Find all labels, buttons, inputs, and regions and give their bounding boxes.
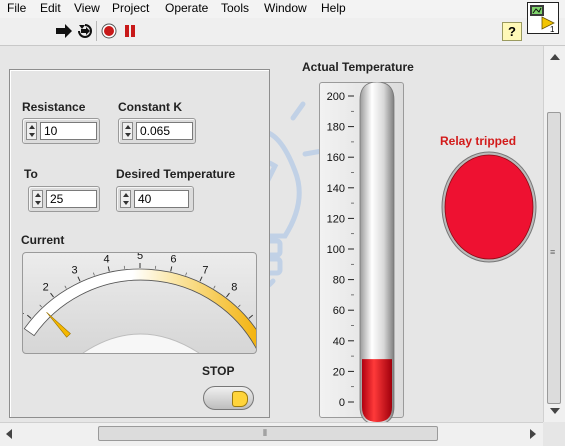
vertical-grip-icon: ≡ — [550, 247, 556, 257]
run-continuously-icon — [76, 23, 94, 39]
vi-terminal-label: 1 — [550, 25, 555, 33]
gauge-tick-label: 1 — [23, 305, 24, 317]
vertical-scrollbar[interactable]: ≡ — [543, 46, 565, 422]
current-gauge: 012345678910 — [0, 250, 284, 354]
gauge-major-tick — [248, 314, 254, 319]
constant-k-control: 0.065 — [118, 118, 196, 144]
vi-icon[interactable]: 1 — [527, 2, 559, 34]
desired-temperature-label: Desired Temperature — [116, 167, 236, 181]
scroll-down-arrow-icon[interactable] — [550, 408, 560, 414]
horizontal-grip-icon: ⦀ — [263, 428, 267, 438]
relay-led-indicator — [444, 154, 534, 260]
menu-window[interactable]: Window — [264, 1, 307, 15]
gauge-major-tick — [26, 314, 32, 319]
toolbar — [0, 18, 565, 46]
gauge-minor-tick — [93, 272, 95, 276]
gauge-tick-label: 8 — [231, 282, 237, 294]
gauge-tick-label: 2 — [43, 282, 49, 294]
actual-temperature-label: Actual Temperature — [302, 60, 414, 74]
gauge-needle — [46, 311, 71, 338]
current-gauge-dial: 012345678910 — [0, 250, 284, 354]
menu-help[interactable]: Help — [321, 1, 346, 15]
gauge-major-tick — [170, 266, 173, 272]
resistance-increment-stepper[interactable] — [26, 122, 37, 140]
front-panel: Resistance 10 Constant K 0.065 To 25 Des… — [0, 46, 543, 422]
resistance-label: Resistance — [22, 100, 86, 114]
abort-button[interactable] — [99, 22, 119, 40]
scroll-left-arrow-icon[interactable] — [6, 429, 12, 439]
gauge-tick-label: 3 — [72, 264, 78, 276]
abort-execution-icon — [100, 23, 118, 39]
thermometer-tick-label: 200 — [327, 91, 345, 103]
thermometer-tick-label: 60 — [333, 305, 345, 317]
gauge-major-tick — [50, 292, 54, 298]
gauge-tick-label: 7 — [202, 264, 208, 276]
run-arrow-icon — [55, 23, 73, 39]
scroll-up-arrow-icon[interactable] — [550, 54, 560, 60]
thermometer-tick-label: 80 — [333, 275, 345, 287]
menu-project[interactable]: Project — [112, 1, 149, 15]
gauge-tick-label: 4 — [103, 254, 109, 266]
constant-k-label: Constant K — [118, 100, 182, 114]
thermometer-tick-label: 40 — [333, 336, 345, 348]
constant-k-input[interactable]: 0.065 — [136, 122, 193, 140]
gauge-minor-tick — [237, 304, 241, 308]
thermometer-tick-label: 0 — [339, 397, 345, 409]
gauge-minor-tick — [64, 285, 67, 289]
horizontal-scrollbar-thumb[interactable]: ⦀ — [98, 426, 438, 441]
desired-temperature-input[interactable]: 40 — [134, 190, 189, 208]
thermometer-tick-label: 100 — [327, 244, 345, 256]
gauge-tick-label: 5 — [137, 253, 143, 262]
current-label: Current — [21, 233, 65, 247]
toolbar-separator — [96, 21, 97, 41]
stop-label: STOP — [202, 364, 235, 378]
to-increment-stepper[interactable] — [32, 190, 43, 208]
menu-file[interactable]: File — [7, 1, 26, 15]
run-button[interactable] — [54, 22, 74, 40]
gauge-minor-tick — [39, 304, 43, 308]
relay-led — [441, 151, 537, 263]
gauge-major-tick — [77, 276, 81, 282]
vertical-scrollbar-thumb[interactable]: ≡ — [547, 112, 561, 404]
gauge-hub — [82, 333, 200, 354]
thermometer-tick-label: 20 — [333, 366, 345, 378]
horizontal-scrollbar[interactable]: ⦀ — [0, 422, 543, 446]
gauge-tick-label: 6 — [170, 254, 176, 266]
constant-k-increment-stepper[interactable] — [122, 122, 133, 140]
thermometer-tick-label: 140 — [327, 183, 345, 195]
context-help-button[interactable]: ? — [502, 22, 522, 41]
pause-button[interactable] — [120, 22, 140, 40]
run-continuously-button[interactable] — [75, 22, 95, 40]
to-input[interactable]: 25 — [46, 190, 97, 208]
thermometer-tick-label: 180 — [327, 122, 345, 134]
thermometer-tick-label: 160 — [327, 152, 345, 164]
pause-icon — [121, 23, 139, 39]
gauge-major-tick — [226, 292, 230, 298]
thermometer-mercury — [362, 359, 392, 422]
stop-button[interactable] — [203, 386, 254, 410]
resistance-input[interactable]: 10 — [40, 122, 97, 140]
thermometer-tick-label: 120 — [327, 213, 345, 225]
scroll-right-arrow-icon[interactable] — [530, 429, 536, 439]
stop-button-led — [232, 391, 248, 407]
gauge-minor-tick — [213, 285, 216, 289]
menu-operate[interactable]: Operate — [165, 1, 208, 15]
menu-tools[interactable]: Tools — [221, 1, 249, 15]
desired-temperature-control: 40 — [116, 186, 194, 212]
to-label: To — [24, 167, 38, 181]
menu-edit[interactable]: Edit — [40, 1, 61, 15]
thermometer: 200180160140120100806040200 — [327, 82, 395, 422]
gauge-major-tick — [107, 266, 110, 272]
gauge-minor-tick — [185, 272, 187, 276]
resistance-control: 10 — [22, 118, 100, 144]
desired-temperature-increment-stepper[interactable] — [120, 190, 131, 208]
menu-bar: File Edit View Project Operate Tools Win… — [0, 0, 565, 18]
menu-view[interactable]: View — [74, 1, 100, 15]
relay-tripped-label: Relay tripped — [440, 134, 517, 148]
gauge-major-tick — [199, 276, 203, 282]
vi-connector-icon: 1 — [528, 5, 558, 36]
to-control: 25 — [28, 186, 100, 212]
